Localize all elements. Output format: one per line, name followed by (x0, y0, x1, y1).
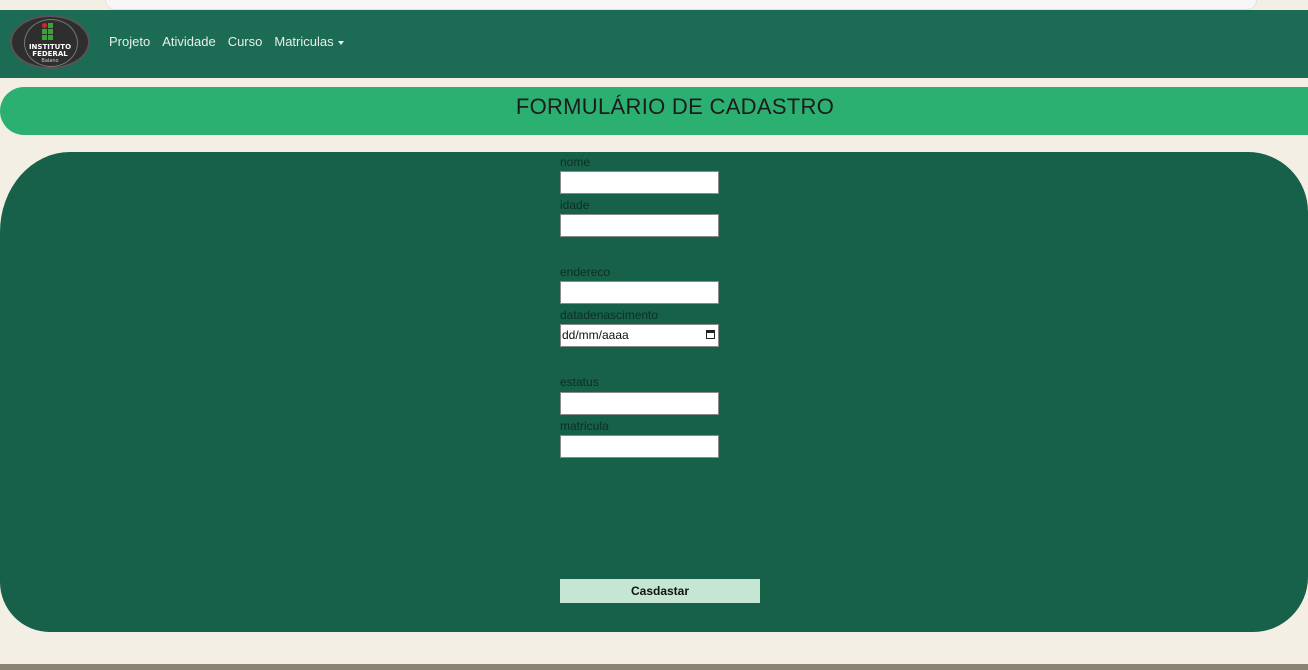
idade-input[interactable] (560, 214, 719, 237)
nav-item-matriculas-label: Matriculas (274, 34, 334, 49)
nav-menu: Projeto Atividade Curso Matriculas (109, 34, 344, 49)
matricula-label: matricula (560, 419, 609, 433)
nav-item-matriculas-dropdown[interactable]: Matriculas (274, 34, 344, 49)
title-banner: FORMULÁRIO DE CADASTRO (0, 87, 1308, 135)
nav-item-curso[interactable]: Curso (228, 34, 263, 49)
logo-square (48, 35, 53, 40)
logo-red-dot (42, 23, 47, 28)
idade-label: idade (560, 198, 590, 212)
matricula-input[interactable] (560, 435, 719, 458)
endereco-input[interactable] (560, 281, 719, 304)
nome-input[interactable] (560, 171, 719, 194)
logo-square (48, 29, 53, 34)
nav-item-projeto[interactable]: Projeto (109, 34, 150, 49)
nav-item-atividade[interactable]: Atividade (162, 34, 215, 49)
navbar: INSTITUTO FEDERAL Baiano Projeto Ativida… (0, 10, 1308, 78)
address-bar-edge (105, 0, 1257, 10)
browser-top-strip (0, 0, 1308, 10)
date-placeholder: dd/mm/aaaa (562, 328, 629, 342)
nome-label: nome (560, 155, 591, 169)
logo-square (42, 29, 47, 34)
caret-down-icon (337, 40, 344, 45)
logo-square (42, 35, 47, 40)
submit-button[interactable]: Casdastar (560, 579, 760, 603)
endereco-label: endereco (560, 265, 611, 279)
instituto-federal-logo[interactable]: INSTITUTO FEDERAL Baiano (10, 15, 90, 69)
estatus-input[interactable] (560, 392, 719, 415)
logo-text-line3: Baiano (41, 58, 59, 64)
logo-text-line2: FEDERAL (32, 50, 68, 58)
bottom-image-edge (0, 664, 1308, 670)
calendar-icon[interactable] (706, 330, 715, 339)
logo-square (48, 23, 53, 28)
datadenascimento-input[interactable]: dd/mm/aaaa (560, 324, 719, 347)
page-title: FORMULÁRIO DE CADASTRO (515, 94, 835, 119)
estatus-label: estatus (560, 375, 599, 389)
datadenascimento-label: datadenascimento (560, 308, 659, 322)
